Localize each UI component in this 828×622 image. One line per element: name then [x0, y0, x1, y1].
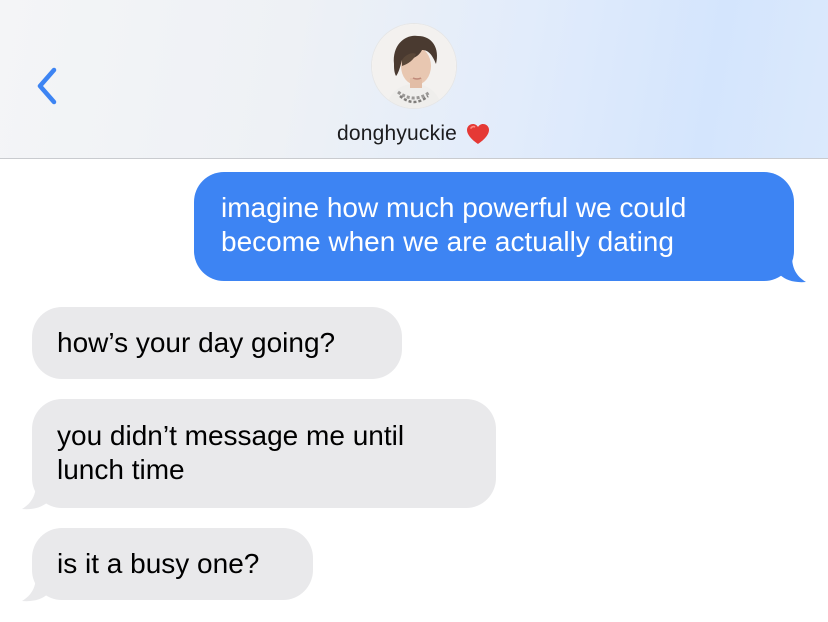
message-text-line: is it a busy one? — [57, 548, 260, 579]
incoming-message-bubble[interactable]: how’s your day going? — [32, 307, 402, 379]
message-text-line: how’s your day going? — [57, 327, 336, 358]
contact-name: donghyuckie — [336, 122, 458, 145]
avatar-photo — [372, 24, 456, 108]
message-text-line: become when we are actually dating — [221, 226, 674, 257]
red-heart-icon — [465, 122, 491, 146]
outgoing-bubble-tail — [778, 256, 806, 283]
conversation-header: donghyuckie — [0, 0, 828, 159]
message-text-line: you didn’t message me until — [57, 420, 405, 451]
chevron-left-icon — [37, 67, 57, 105]
contact-title[interactable]: donghyuckie — [0, 122, 828, 146]
back-button[interactable] — [30, 64, 66, 108]
incoming-message-bubble[interactable]: is it a busy one? — [32, 528, 313, 600]
message-text-line: imagine how much powerful we could — [221, 192, 687, 223]
message-text-line: lunch time — [57, 454, 185, 485]
contact-avatar[interactable] — [372, 24, 456, 108]
incoming-bubble-tail — [22, 483, 50, 510]
outgoing-message-bubble[interactable]: imagine how much powerful we could becom… — [194, 172, 794, 281]
incoming-message-bubble[interactable]: you didn’t message me until lunch time — [32, 399, 496, 508]
incoming-bubble-tail — [22, 575, 50, 602]
